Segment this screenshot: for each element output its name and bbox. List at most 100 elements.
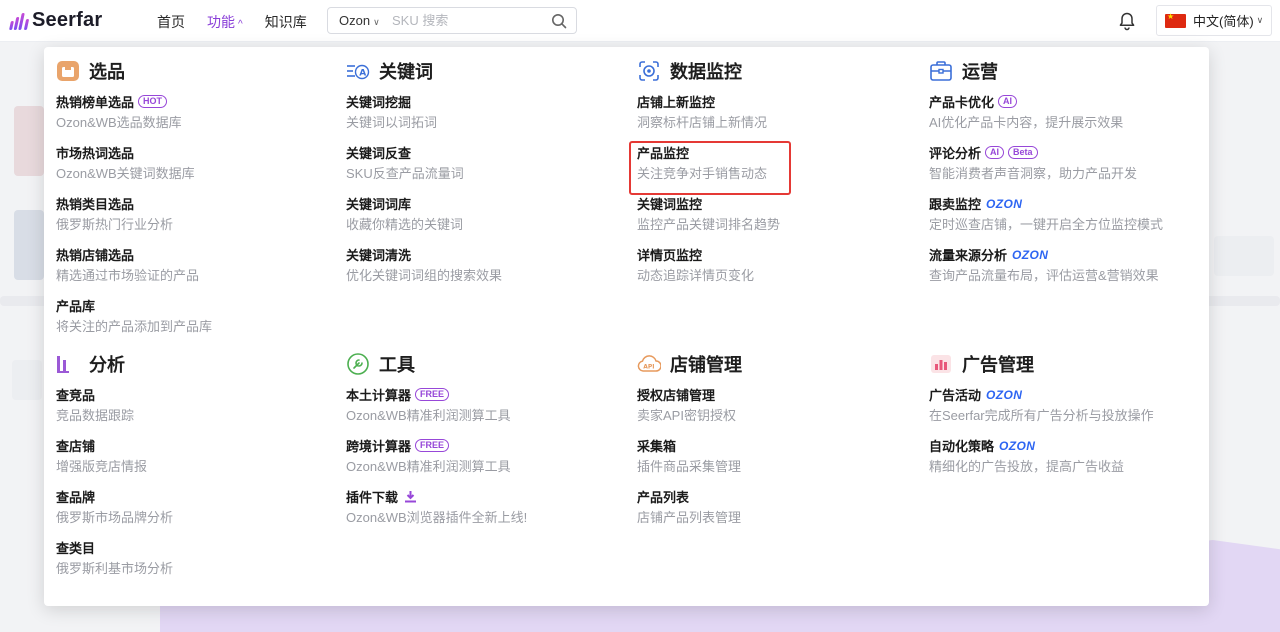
china-flag-icon [1165,12,1186,28]
free-badge: FREE [415,388,450,401]
language-select[interactable]: 中文(简体) ∨ [1156,5,1272,36]
menu-item-title: 详情页监控 [637,248,703,263]
menu-item-desc: 关键词以词拓词 [346,115,438,130]
menu-item-title: 跟卖监控 [929,197,982,212]
menu-item-hot-list[interactable]: 热销榜单选品 HOT Ozon&WB选品数据库 [56,92,212,143]
menu-item-title: 插件下载 [346,490,399,505]
menu-item-market-keywords[interactable]: 市场热词选品 Ozon&WB关键词数据库 [56,143,212,194]
menu-item-local-calculator[interactable]: 本土计算器 FREE Ozon&WB精准利润测算工具 [346,385,527,436]
menu-item-detail-page-monitor[interactable]: 详情页监控动态追踪详情页变化 [637,245,780,296]
main-nav: 首页 功能 ^ 知识库 [157,12,329,32]
menu-item-store-authorization[interactable]: 授权店铺管理 卖家API密钥授权 [637,385,742,436]
menu-item-desc: Ozon&WB精准利润测算工具 [346,459,511,474]
download-icon [405,491,417,503]
nav-features-label: 功能 [207,14,235,30]
nav-knowledge-base[interactable]: 知识库 [265,12,307,32]
menu-item-title: 产品卡优化 [929,95,995,110]
menu-item-product-library[interactable]: 产品库 将关注的产品添加到产品库 [56,296,212,347]
menu-item-category[interactable]: 查类目 俄罗斯利基市场分析 [56,538,173,589]
menu-item-keyword-reverse[interactable]: 关键词反查 SKU反查产品流量词 [346,143,502,194]
top-navbar: Seerfar 首页 功能^ 知识库 Ozon∨ 中文(简体) ∨ [0,0,1280,42]
toolbox-icon [930,61,952,81]
logo-mark-icon [9,12,30,30]
api-cloud-icon: API [637,355,661,372]
menu-item-desc: Ozon&WB选品数据库 [56,115,182,130]
chevron-down-icon: ∨ [373,17,380,27]
menu-item-brand[interactable]: 查品牌 俄罗斯市场品牌分析 [56,487,173,538]
menu-item-desc: 动态追踪详情页变化 [637,268,755,283]
menu-item-store[interactable]: 查店铺 增强版竞店情报 [56,436,173,487]
menu-item-desc: 卖家API密钥授权 [637,408,736,423]
menu-item-desc: 插件商品采集管理 [637,459,742,474]
menu-item-ad-campaign[interactable]: 广告活动 OZON 在Seerfar完成所有广告分析与投放操作 [929,385,1154,436]
section-title: 店铺管理 [670,355,742,375]
menu-item-keyword-mining[interactable]: 关键词挖掘 关键词以词拓词 [346,92,502,143]
section-title: 工具 [379,355,415,375]
menu-item-desc: 精细化的广告投放，提高广告收益 [929,459,1125,474]
menu-item-title: 查店铺 [56,439,96,454]
ai-badge: AI [998,95,1018,108]
background-card [14,210,44,280]
menu-item-follow-sell-monitor[interactable]: 跟卖监控 OZON 定时巡查店铺，一键开启全方位监控模式 [929,194,1163,245]
menu-item-product-card-optimize[interactable]: 产品卡优化 AI AI优化产品卡内容，提升展示效果 [929,92,1163,143]
menu-item-desc: 定时巡查店铺，一键开启全方位监控模式 [929,217,1164,232]
menu-item-desc: SKU反查产品流量词 [346,166,464,181]
menu-item-store-new-monitor[interactable]: 店铺上新监控洞察标杆店铺上新情况 [637,92,780,143]
beta-badge: Beta [1008,146,1038,159]
menu-item-collection-box[interactable]: 采集箱 插件商品采集管理 [637,436,742,487]
free-badge: FREE [415,439,450,452]
menu-item-title: 店铺上新监控 [637,95,716,110]
hot-badge: HOT [138,95,168,108]
menu-item-title: 跨境计算器 [346,439,412,454]
menu-item-keyword-library[interactable]: 关键词词库 收藏你精选的关键词 [346,194,502,245]
nav-features[interactable]: 功能 ^ [207,12,243,32]
menu-item-desc: 监控产品关键词排名趋势 [637,217,781,232]
menu-item-product-list[interactable]: 产品列表店铺产品列表管理 [637,487,742,538]
menu-item-hot-store[interactable]: 热销店铺选品 精选通过市场验证的产品 [56,245,212,296]
search-icon[interactable] [551,13,567,29]
section-keywords: A 关键词 关键词挖掘 关键词以词拓词 关键词反查 SKU反查产品流量词 关键词词库… [346,58,502,296]
menu-item-traffic-source[interactable]: 流量来源分析 OZON 查询产品流量布局，评估运营&营销效果 [929,245,1163,296]
ozon-logo: OZON [999,438,1036,453]
menu-item-desc: 智能消费者声音洞察，助力产品开发 [929,166,1138,181]
background-card [12,360,42,400]
menu-item-desc: 查询产品流量布局，评估运营&营销效果 [929,268,1159,283]
logo[interactable]: Seerfar [9,9,103,32]
search-bar: Ozon ∨ [327,7,577,34]
menu-item-desc: Ozon&WB精准利润测算工具 [346,408,511,423]
background-card [1214,236,1274,276]
section-title: 数据监控 [670,62,742,82]
tool-icon [347,353,369,375]
menu-item-keyword-monitor[interactable]: 关键词监控 监控产品关键词排名趋势 [637,194,780,245]
menu-item-title: 本土计算器 [346,388,412,403]
logo-text: Seerfar [32,9,103,31]
search-input[interactable] [392,13,537,28]
menu-item-title: 热销类目选品 [56,197,135,212]
section-title: 关键词 [379,62,433,82]
nav-home[interactable]: 首页 [157,12,185,32]
menu-item-desc: 店铺产品列表管理 [637,510,742,525]
chevron-up-icon: ^ [238,19,243,30]
market-select[interactable]: Ozon ∨ [328,13,392,28]
menu-item-desc: 优化关键词词组的搜索效果 [346,268,503,283]
menu-item-title: 热销店铺选品 [56,248,135,263]
menu-item-desc: 洞察标杆店铺上新情况 [637,115,768,130]
menu-item-title: 查竞品 [56,388,96,403]
menu-item-competitor[interactable]: 查竞品 竞品数据跟踪 [56,385,173,436]
menu-item-hot-category[interactable]: 热销类目选品俄罗斯热门行业分析 [56,194,212,245]
background-card [14,106,44,176]
menu-item-keyword-cleaning[interactable]: 关键词清洗 优化关键词词组的搜索效果 [346,245,502,296]
menu-item-plugin-download[interactable]: 插件下载 Ozon&WB浏览器插件全新上线! [346,487,527,538]
menu-item-desc: 在Seerfar完成所有广告分析与投放操作 [929,408,1154,423]
ozon-logo: OZON [986,196,1023,211]
menu-item-desc: 俄罗斯市场品牌分析 [56,510,174,525]
menu-item-crossborder-calculator[interactable]: 跨境计算器 FREE Ozon&WB精准利润测算工具 [346,436,527,487]
ad-chart-icon [931,355,951,373]
bell-icon[interactable] [1117,11,1137,31]
menu-item-review-analysis[interactable]: 评论分析 AI Beta 智能消费者声音洞察，助力产品开发 [929,143,1163,194]
highlight-box [629,141,791,195]
menu-item-title: 产品列表 [637,490,690,505]
menu-item-desc: Ozon&WB浏览器插件全新上线! [346,510,528,525]
menu-item-desc: 俄罗斯热门行业分析 [56,217,174,232]
menu-item-automation-strategy[interactable]: 自动化策略 OZON 精细化的广告投放，提高广告收益 [929,436,1154,487]
